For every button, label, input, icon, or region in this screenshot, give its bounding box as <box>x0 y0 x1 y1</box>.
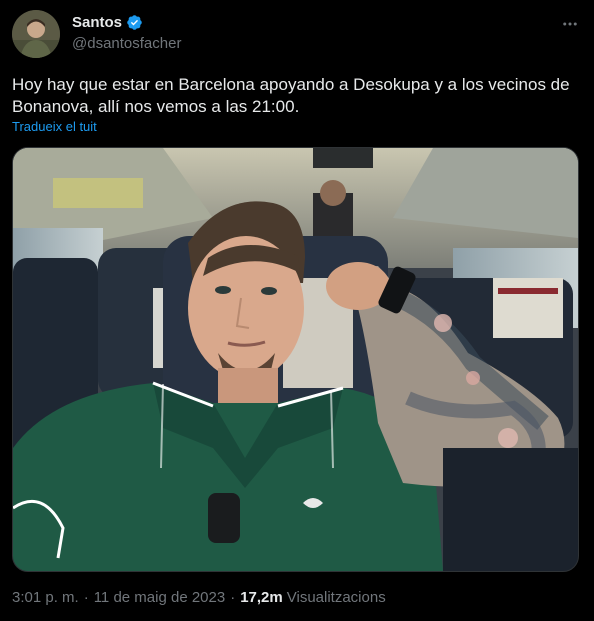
tweet-header: Santos @dsantosfacher <box>12 10 582 58</box>
tweet-date[interactable]: 11 de maig de 2023 <box>94 589 226 606</box>
tweet-meta: 3:01 p. m. · 11 de maig de 2023 · 17,2m … <box>12 589 386 606</box>
views-count[interactable]: 17,2m <box>240 589 283 606</box>
display-name[interactable]: Santos <box>72 14 122 31</box>
tweet-photo[interactable] <box>12 147 579 572</box>
translate-link[interactable]: Tradueix el tuit <box>12 119 97 134</box>
tweet-text: Hoy hay que estar en Barcelona apoyando … <box>12 75 570 116</box>
train-selfie-image <box>13 148 578 571</box>
handle[interactable]: @dsantosfacher <box>72 35 181 52</box>
views-label[interactable]: Visualitzacions <box>287 589 386 606</box>
avatar[interactable] <box>12 10 60 58</box>
more-options-icon[interactable] <box>560 14 580 34</box>
tweet-time[interactable]: 3:01 p. m. <box>12 589 79 606</box>
avatar-photo <box>12 10 60 58</box>
verified-badge-icon <box>127 15 142 30</box>
meta-separator: · <box>83 589 89 606</box>
meta-separator: · <box>230 589 236 606</box>
